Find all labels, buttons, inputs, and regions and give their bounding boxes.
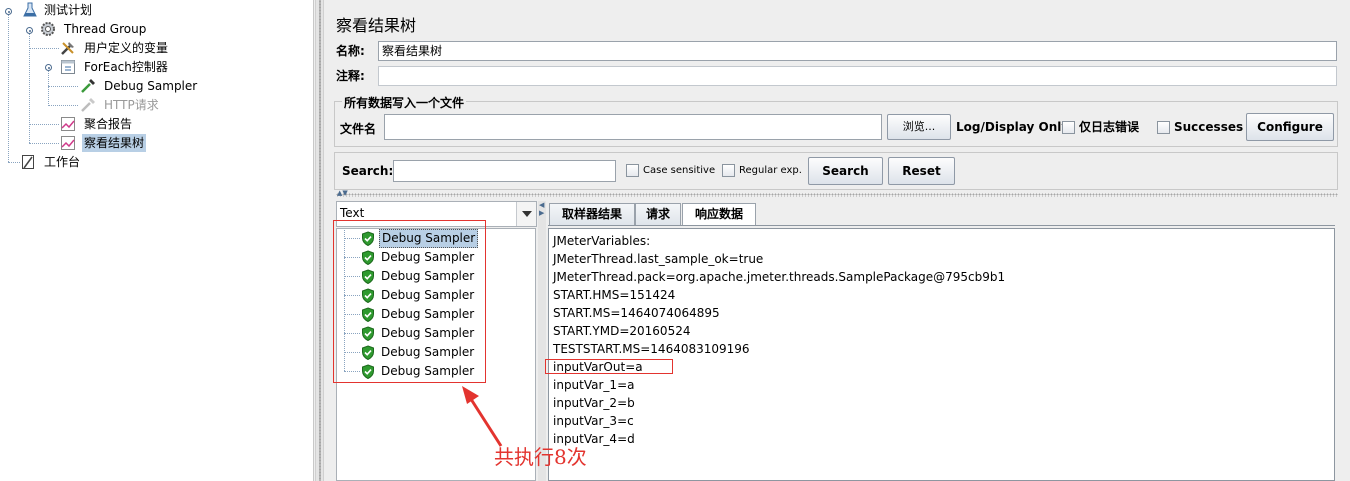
graph-icon: [60, 116, 76, 132]
chevron-down-icon[interactable]: [516, 202, 536, 226]
search-input[interactable]: [393, 160, 616, 182]
tree-node-user-vars[interactable]: 用户定义的变量: [60, 39, 210, 57]
filename-label: 文件名: [340, 122, 377, 136]
case-sensitive-label: Case sensitive: [643, 165, 716, 176]
tree-connector: [48, 68, 49, 106]
tree-node-debug-sampler[interactable]: Debug Sampler: [80, 77, 230, 95]
log-display-label: Log/Display Only:: [956, 120, 1074, 134]
successes-checkbox[interactable]: [1157, 121, 1170, 134]
tab-response-data[interactable]: 响应数据: [682, 203, 756, 225]
regex-checkbox[interactable]: [722, 164, 735, 177]
flask-icon: [22, 2, 38, 18]
response-line: START.YMD=20160524: [553, 324, 691, 338]
response-line: START.HMS=151424: [553, 288, 676, 302]
renderer-select-value: Text: [340, 206, 365, 220]
response-line: inputVar_3=c: [553, 414, 634, 428]
browse-button[interactable]: 浏览...: [887, 114, 951, 140]
response-line: JMeterThread.pack=org.apache.jmeter.thre…: [553, 270, 1006, 284]
regex-label: Regular exp.: [739, 165, 802, 176]
expand-toggle[interactable]: [5, 8, 12, 15]
tree-connector: [48, 86, 78, 87]
page-title: 察看结果树: [336, 16, 417, 35]
tab-strip-border: [548, 225, 1335, 226]
successes-label: Successes: [1174, 120, 1244, 134]
tree-node-label: Thread Group: [64, 22, 147, 36]
case-sensitive-checkbox[interactable]: [626, 164, 639, 177]
response-line: TESTSTART.MS=1464083109196: [553, 342, 750, 356]
comment-label: 注释:: [336, 69, 365, 83]
workbench-icon: [20, 154, 36, 170]
tree-connector: [8, 162, 20, 163]
tree-node-label: 察看结果树: [82, 134, 147, 152]
response-line: inputVar_2=b: [553, 396, 635, 410]
annotation-text: 共执行8次: [494, 445, 587, 469]
response-line: JMeterThread.last_sample_ok=true: [553, 252, 764, 266]
configure-button[interactable]: Configure: [1246, 113, 1334, 141]
pipette-icon: [80, 78, 96, 94]
wrench-icon: [60, 40, 76, 56]
tree-node-http-request[interactable]: HTTP请求: [80, 96, 230, 114]
tree-connector: [8, 12, 9, 162]
search-label: Search:: [342, 164, 394, 178]
pipette-icon: [80, 97, 96, 113]
tab-request[interactable]: 请求: [635, 203, 681, 225]
comment-field[interactable]: [378, 66, 1337, 86]
tree-connector: [29, 124, 59, 125]
test-plan-tree[interactable]: 测试计划 Thread Group 用户定义的变量 ForEach控制器 Deb…: [0, 0, 314, 481]
tree-connector: [48, 105, 78, 106]
errors-only-label: 仅日志错误: [1079, 120, 1140, 134]
reset-button[interactable]: Reset: [888, 157, 955, 185]
split-pane-divider[interactable]: [538, 201, 546, 481]
filename-input[interactable]: [384, 114, 882, 140]
tree-node-aggregate-report[interactable]: 聚合报告: [60, 115, 210, 133]
tree-node-label: 工作台: [44, 155, 81, 169]
file-group-title: 所有数据写入一个文件: [342, 94, 467, 111]
tree-node-label: 聚合报告: [84, 117, 133, 131]
response-line: JMeterVariables:: [553, 234, 651, 248]
collapse-arrows-icon[interactable]: ◀ ▶: [539, 201, 545, 217]
tree-node-test-plan[interactable]: 测试计划: [20, 1, 140, 19]
collapse-arrows-icon[interactable]: ▲▼: [337, 190, 348, 197]
tab-sampler-result[interactable]: 取样器结果: [549, 203, 635, 225]
controller-icon: [60, 59, 76, 75]
response-line: inputVar_1=a: [553, 378, 635, 392]
split-pane-divider[interactable]: [315, 0, 324, 481]
annotation-box-samples: [333, 220, 486, 383]
expand-toggle[interactable]: [26, 27, 33, 34]
graph-icon: [60, 135, 76, 151]
tree-node-label: ForEach控制器: [84, 60, 168, 74]
tree-node-foreach-controller[interactable]: ForEach控制器: [60, 58, 210, 76]
tree-node-label: HTTP请求: [104, 98, 159, 112]
tree-node-label: Debug Sampler: [104, 79, 198, 93]
expand-toggle[interactable]: [45, 64, 52, 71]
tree-node-label: 用户定义的变量: [84, 41, 169, 55]
tree-node-workbench[interactable]: 工作台: [20, 153, 140, 171]
errors-only-checkbox[interactable]: [1062, 121, 1075, 134]
tree-node-label: 测试计划: [44, 3, 93, 17]
name-field[interactable]: 察看结果树: [378, 41, 1337, 61]
tree-node-thread-group[interactable]: Thread Group: [40, 20, 180, 38]
annotation-box-input-var: [545, 359, 673, 374]
split-pane-divider[interactable]: [336, 193, 1338, 197]
tree-node-view-results-tree[interactable]: 察看结果树: [60, 134, 210, 152]
response-line: START.MS=1464074064895: [553, 306, 720, 320]
tree-connector: [29, 143, 59, 144]
gear-icon: [40, 21, 56, 37]
search-button[interactable]: Search: [808, 157, 883, 185]
tree-connector: [29, 48, 59, 49]
name-label: 名称:: [336, 44, 365, 58]
